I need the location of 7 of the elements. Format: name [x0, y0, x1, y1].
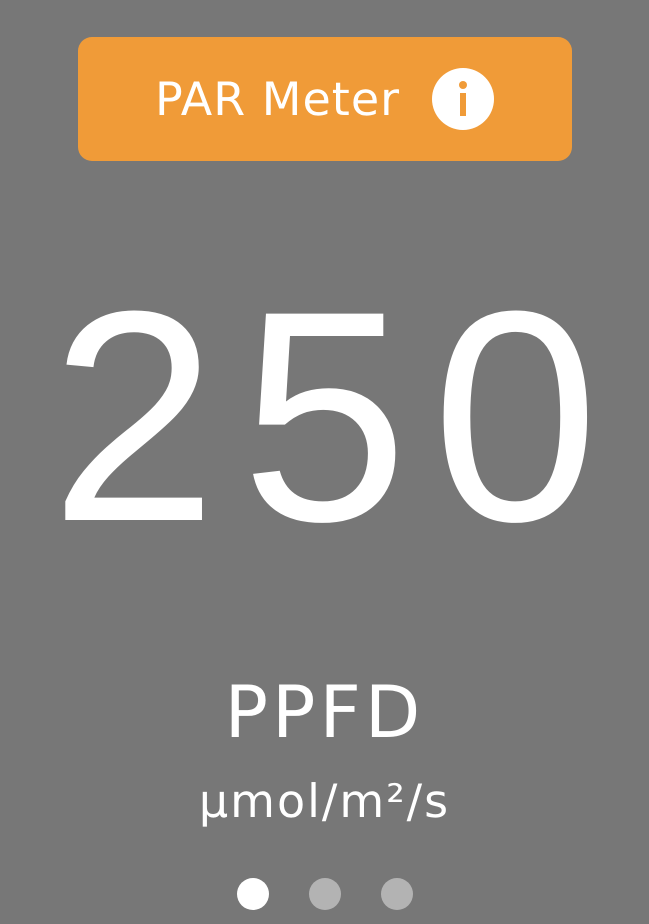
info-icon[interactable]: [432, 68, 494, 130]
page-dot[interactable]: [380, 878, 412, 910]
page-dot[interactable]: [308, 878, 340, 910]
page-dot[interactable]: [236, 878, 268, 910]
quantity-label: PPFD: [224, 676, 424, 748]
reading-value: 250: [49, 266, 623, 566]
title-text: PAR Meter: [154, 70, 400, 128]
